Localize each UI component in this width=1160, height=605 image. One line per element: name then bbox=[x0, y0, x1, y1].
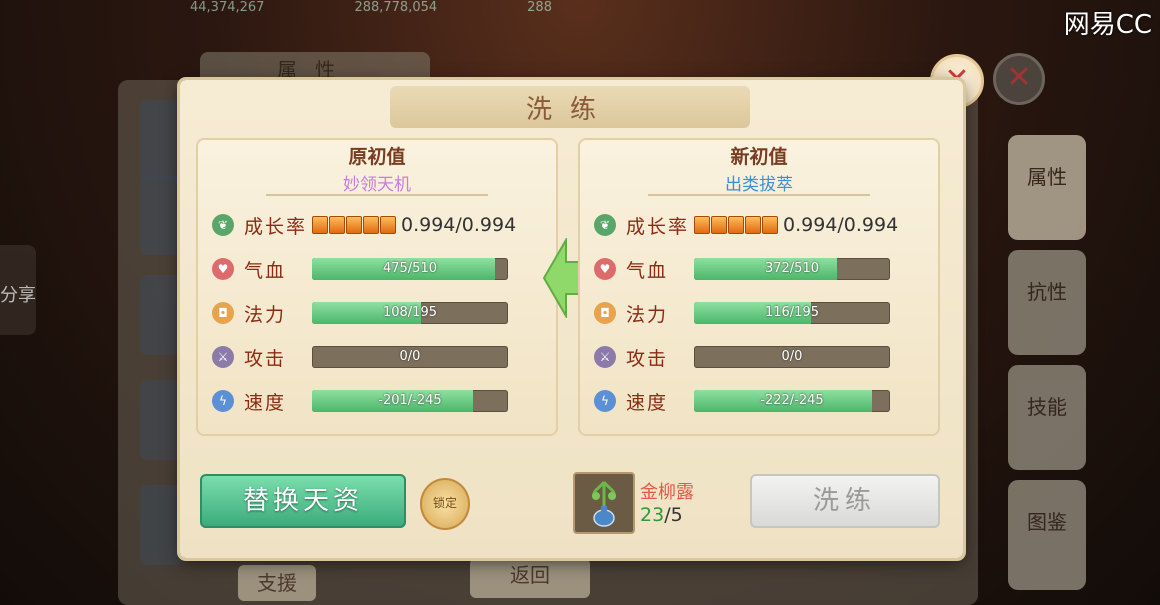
pet-thumb[interactable] bbox=[140, 175, 182, 255]
side-tab-codex[interactable]: 图鉴 bbox=[1008, 480, 1086, 590]
stat-value: 0/0 bbox=[781, 349, 803, 364]
stat-bar: 0/0 bbox=[312, 346, 508, 368]
resource-value: 288 bbox=[527, 0, 552, 15]
stat-label: 成长率 bbox=[244, 215, 308, 238]
stat-row: ◘ 法力 108/195 bbox=[212, 298, 508, 328]
pet-thumb[interactable] bbox=[140, 100, 182, 180]
stat-row: ϟ 速度 -222/-245 bbox=[594, 386, 890, 416]
stat-value: 372/510 bbox=[764, 261, 819, 276]
card-subtitle: 出类拔萃 bbox=[725, 175, 793, 195]
stat-bar: 116/195 bbox=[694, 302, 890, 324]
leaf-icon: ❦ bbox=[594, 214, 616, 236]
stat-bar: -222/-245 bbox=[694, 390, 890, 412]
resource-bar: 44,374,267 288,778,054 288 bbox=[190, 0, 950, 18]
stat-row: ♥ 气血 475/510 bbox=[212, 254, 508, 284]
item-need: /5 bbox=[664, 504, 683, 526]
item-slot[interactable] bbox=[573, 472, 635, 534]
lock-icon[interactable]: 锁定 bbox=[420, 478, 470, 530]
side-tab-attr[interactable]: 属性 bbox=[1008, 135, 1086, 240]
back-button[interactable]: 返回 bbox=[470, 558, 590, 598]
vase-icon bbox=[592, 481, 616, 527]
growth-value: 0.994/0.994 bbox=[401, 214, 517, 236]
mana-icon: ◘ bbox=[212, 302, 234, 324]
stat-value: 0/0 bbox=[399, 349, 421, 364]
stat-row: ◘ 法力 116/195 bbox=[594, 298, 890, 328]
divider bbox=[648, 194, 870, 196]
side-tab-resist[interactable]: 抗性 bbox=[1008, 250, 1086, 355]
speed-icon: ϟ bbox=[594, 390, 616, 412]
speed-icon: ϟ bbox=[212, 390, 234, 412]
original-values-card: 原初值 妙领天机 ❦ 成长率 0.994/0.994 ♥ 气血 475/510 … bbox=[196, 138, 558, 436]
pet-thumb[interactable] bbox=[140, 380, 182, 460]
pet-thumb[interactable] bbox=[140, 485, 182, 565]
mana-icon: ◘ bbox=[594, 302, 616, 324]
item-count: 23/5 bbox=[640, 504, 683, 526]
share-tab[interactable]: 分享 bbox=[0, 245, 36, 335]
stat-row: ⚔ 攻击 0/0 bbox=[212, 342, 508, 372]
stat-label: 气血 bbox=[626, 259, 669, 282]
title-banner: 洗练 bbox=[390, 86, 750, 128]
item-name: 金柳露 bbox=[640, 482, 694, 503]
stat-value: 116/195 bbox=[764, 305, 819, 320]
growth-value: 0.994/0.994 bbox=[783, 214, 899, 236]
stat-bar: 0/0 bbox=[694, 346, 890, 368]
support-button[interactable]: 支援 bbox=[238, 565, 316, 601]
resource-value: 44,374,267 bbox=[190, 0, 265, 15]
stat-label: 气血 bbox=[244, 259, 287, 282]
growth-row: ❦ 成长率 0.994/0.994 bbox=[594, 210, 898, 240]
stat-label: 法力 bbox=[626, 303, 669, 326]
growth-row: ❦ 成长率 0.994/0.994 bbox=[212, 210, 516, 240]
stat-label: 攻击 bbox=[626, 347, 669, 370]
item-have: 23 bbox=[640, 504, 665, 526]
stat-row: ♥ 气血 372/510 bbox=[594, 254, 890, 284]
sword-icon: ⚔ bbox=[594, 346, 616, 368]
sword-icon: ⚔ bbox=[212, 346, 234, 368]
stat-value: -222/-245 bbox=[760, 393, 824, 408]
stat-label: 攻击 bbox=[244, 347, 287, 370]
stat-label: 成长率 bbox=[626, 215, 690, 238]
heart-icon: ♥ bbox=[212, 258, 234, 280]
stat-label: 速度 bbox=[244, 391, 287, 414]
stat-value: -201/-245 bbox=[378, 393, 442, 408]
leaf-icon: ❦ bbox=[212, 214, 234, 236]
heart-icon: ♥ bbox=[594, 258, 616, 280]
refine-dialog: 洗练 原初值 妙领天机 ❦ 成长率 0.994/0.994 ♥ 气血 475/5… bbox=[180, 80, 963, 558]
stat-value: 475/510 bbox=[382, 261, 437, 276]
stat-value: 108/195 bbox=[382, 305, 437, 320]
pet-thumb[interactable] bbox=[140, 275, 182, 355]
stat-bar: -201/-245 bbox=[312, 390, 508, 412]
stat-label: 速度 bbox=[626, 391, 669, 414]
stat-bar: 475/510 bbox=[312, 258, 508, 280]
card-subtitle: 妙领天机 bbox=[343, 175, 411, 195]
replace-talent-button[interactable]: 替换天资 bbox=[200, 474, 406, 528]
new-values-card: 新初值 出类拔萃 ❦ 成长率 0.994/0.994 ♥ 气血 372/510 … bbox=[578, 138, 940, 436]
watermark: 网易CC bbox=[1063, 10, 1152, 40]
growth-pips bbox=[312, 216, 397, 234]
refine-button[interactable]: 洗练 bbox=[750, 474, 940, 528]
card-title: 新初值 bbox=[730, 146, 788, 168]
side-tab-skill[interactable]: 技能 bbox=[1008, 365, 1086, 470]
card-title: 原初值 bbox=[348, 146, 406, 168]
dialog-title: 洗练 bbox=[525, 94, 614, 125]
stat-row: ⚔ 攻击 0/0 bbox=[594, 342, 890, 372]
stat-bar: 108/195 bbox=[312, 302, 508, 324]
stat-row: ϟ 速度 -201/-245 bbox=[212, 386, 508, 416]
resource-value: 288,778,054 bbox=[354, 0, 438, 15]
growth-pips bbox=[694, 216, 779, 234]
stat-bar: 372/510 bbox=[694, 258, 890, 280]
background-close-icon[interactable]: ✕ bbox=[993, 53, 1045, 105]
divider bbox=[266, 194, 488, 196]
stat-label: 法力 bbox=[244, 303, 287, 326]
